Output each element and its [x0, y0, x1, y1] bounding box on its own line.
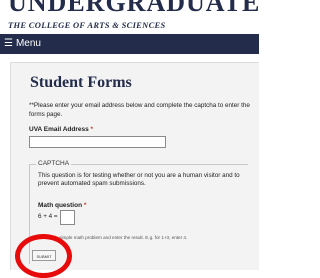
menu-label[interactable]: Menu [16, 38, 41, 49]
page-title: Student Forms [30, 74, 132, 91]
site-subtitle: THE COLLEGE OF ARTS & SCIENCES [8, 20, 166, 30]
captcha-fieldset: CAPTCHA This question is for testing whe… [29, 160, 248, 264]
hamburger-icon[interactable]: ☰ [4, 38, 13, 49]
required-marker: * [90, 126, 94, 133]
captcha-description: This question is for testing whether or … [38, 172, 240, 187]
instructions-text: **Please enter your email address below … [29, 102, 250, 118]
email-field[interactable] [29, 136, 166, 148]
math-help-text: Solve this simple math problem and enter… [38, 235, 188, 240]
required-marker: * [83, 202, 87, 209]
email-label: UVA Email Address * [29, 126, 93, 133]
form-panel: Student Forms **Please enter your email … [10, 62, 259, 270]
captcha-legend: CAPTCHA [36, 160, 72, 167]
math-answer-input[interactable] [60, 210, 75, 225]
email-label-text: UVA Email Address [29, 126, 89, 133]
submit-button[interactable]: SUBMIT [32, 250, 56, 261]
math-question-label: Math question * [38, 202, 86, 209]
form-instructions: **Please enter your email address below … [29, 101, 257, 119]
math-problem: 6 + 4 = [38, 213, 58, 220]
math-question-label-text: Math question [38, 202, 83, 209]
site-header: UNDERGRADUATE THE COLLEGE OF ARTS & SCIE… [0, 0, 259, 32]
site-name[interactable]: UNDERGRADUATE [8, 0, 259, 16]
menu-bar[interactable]: ☰ Menu [0, 34, 259, 54]
